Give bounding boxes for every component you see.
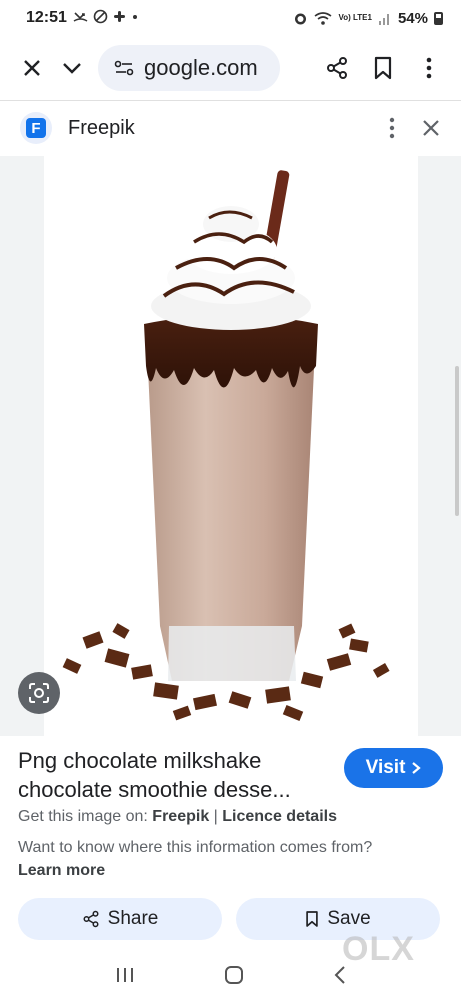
image-canvas: [44, 156, 418, 736]
toolbar-divider: [0, 100, 461, 101]
back-icon[interactable]: [333, 965, 347, 985]
milkshake-image: [62, 170, 390, 722]
battery-icon: [434, 11, 443, 25]
visit-label: Visit: [365, 757, 406, 778]
status-time: 12:51: [26, 9, 67, 26]
image-source-line: Get this image on: Freepik | Licence det…: [18, 808, 337, 826]
blocked-icon: [93, 9, 107, 24]
more-vert-icon: [426, 57, 432, 79]
share-icon: [83, 910, 99, 928]
signal-icon: [378, 14, 389, 25]
toolbar-actions: [317, 48, 449, 88]
get-image-source-link[interactable]: Freepik: [152, 808, 209, 825]
source-actions: [389, 117, 441, 139]
save-label: Save: [327, 908, 371, 929]
bookmark-button[interactable]: [363, 48, 403, 88]
battery-percent: 54%: [397, 9, 428, 27]
image-scrollbar[interactable]: [455, 366, 459, 516]
info-line: Want to know where this information come…: [18, 836, 398, 882]
lens-button[interactable]: [18, 672, 60, 714]
licence-details-link[interactable]: Licence details: [222, 808, 337, 825]
home-icon[interactable]: [224, 965, 244, 985]
more-vert-icon[interactable]: [389, 117, 395, 139]
image-viewer[interactable]: [0, 156, 461, 736]
image-caption: Png chocolate milkshake chocolate smooth…: [18, 746, 328, 804]
close-icon[interactable]: [421, 118, 441, 138]
source-header: F Freepik: [0, 104, 461, 152]
status-right: Vo) LTE1 54%: [293, 10, 443, 27]
get-image-prefix: Get this image on:: [18, 808, 153, 825]
image-title-line1[interactable]: Png chocolate milkshake: [18, 746, 328, 775]
bookmark-icon: [374, 56, 392, 80]
url-bar[interactable]: google.com: [98, 45, 280, 91]
status-left: 12:51: [26, 9, 138, 27]
notification-icons: [73, 9, 138, 27]
freepik-logo: F: [20, 112, 52, 144]
wifi-icon: [315, 11, 332, 25]
image-title-line2[interactable]: chocolate smoothie desse...: [18, 775, 328, 804]
network-label: Vo) LTE1: [338, 13, 372, 22]
close-icon: [24, 60, 40, 76]
bookmark-icon: [306, 911, 319, 927]
freepik-logo-mark: F: [26, 118, 46, 138]
source-name: Freepik: [68, 116, 135, 139]
share-icon: [327, 57, 347, 79]
browser-toolbar: google.com: [0, 40, 461, 96]
share-label: Share: [107, 908, 159, 929]
lens-icon: [29, 683, 49, 703]
close-button[interactable]: [12, 48, 52, 88]
alarm-icon: [295, 13, 307, 24]
chevron-right-icon: [412, 762, 422, 774]
chevron-down-icon: [63, 63, 81, 74]
more-options-button[interactable]: [409, 48, 449, 88]
status-bar: 12:51 Vo) LTE1 54%: [0, 0, 461, 36]
missed-call-icon: [73, 12, 88, 22]
dot-icon: [132, 15, 137, 19]
learn-more-link[interactable]: Learn more: [18, 862, 105, 879]
site-settings-icon: [114, 60, 134, 76]
system-nav-bar: [0, 950, 461, 1000]
visit-button[interactable]: Visit: [344, 748, 443, 788]
url-text: google.com: [144, 55, 258, 80]
meta-separator: |: [209, 808, 223, 825]
share-page-button[interactable]: [317, 48, 357, 88]
recent-apps-icon[interactable]: [115, 966, 135, 984]
info-text: Want to know where this information come…: [18, 839, 373, 856]
minimize-button[interactable]: [52, 48, 92, 88]
share-button[interactable]: Share: [18, 898, 222, 940]
slack-icon: [114, 11, 126, 22]
